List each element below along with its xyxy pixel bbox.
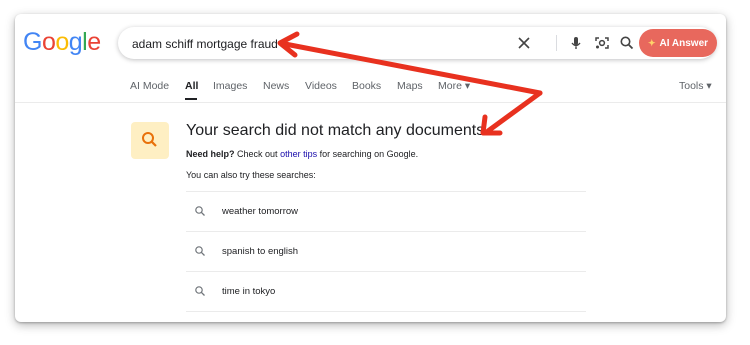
logo-letter: o [55,28,69,56]
search-icon [142,132,157,147]
google-logo[interactable]: Google [23,28,101,57]
help-text-1: Check out [237,149,278,159]
tab-all[interactable]: All [185,80,198,92]
help-text-2: for searching on Google. [319,149,419,159]
tab-news[interactable]: News [263,80,289,92]
search-icon [195,206,205,216]
browser-window: Google adam schiff mortgage fraud ✦ AI A… [15,14,726,322]
search-divider [556,35,557,51]
lens-icon[interactable] [593,34,611,52]
also-try-label: You can also try these searches: [186,170,316,180]
tab-maps[interactable]: Maps [397,80,423,92]
suggestion-text: weather tomorrow [222,206,299,217]
ai-answer-label: AI Answer [659,37,709,49]
logo-letter: o [41,28,56,56]
suggestion-item[interactable]: time in tokyo [186,271,586,312]
logo-letter: G [23,28,42,56]
tabs-divider [15,102,726,103]
other-tips-link[interactable]: other tips [280,149,317,159]
suggestion-item[interactable]: weather tomorrow [186,191,586,231]
suggestion-list: weather tomorrow spanish to english time… [186,191,586,312]
suggestion-text: time in tokyo [222,286,276,297]
no-results-title: Your search did not match any documents [186,122,485,139]
help-bold: Need help? [186,149,235,159]
active-tab-indicator [185,98,197,100]
tools-button[interactable]: Tools ▾ [679,80,712,92]
tab-more[interactable]: More ▾ [438,80,470,92]
search-icon [195,286,205,296]
suggestion-item[interactable]: spanish to english [186,231,586,271]
logo-letter: g [68,28,83,56]
help-text: Need help? Check out other tips for sear… [186,149,418,159]
ai-answer-button[interactable]: ✦ AI Answer [639,29,717,57]
search-input[interactable]: adam schiff mortgage fraud [132,37,278,51]
tab-videos[interactable]: Videos [305,80,337,92]
close-icon[interactable] [515,34,533,52]
microphone-icon[interactable] [567,34,585,52]
search-icon [195,246,205,256]
logo-letter: e [87,28,101,56]
suggestion-text: spanish to english [222,246,299,257]
sparkle-icon: ✦ [647,37,656,48]
tab-ai-mode[interactable]: AI Mode [130,80,169,92]
no-results-badge [131,122,169,159]
search-bar[interactable]: adam schiff mortgage fraud ✦ AI Answer [118,27,717,59]
search-icon[interactable] [618,34,636,52]
tab-books[interactable]: Books [352,80,381,92]
tab-images[interactable]: Images [213,80,247,92]
